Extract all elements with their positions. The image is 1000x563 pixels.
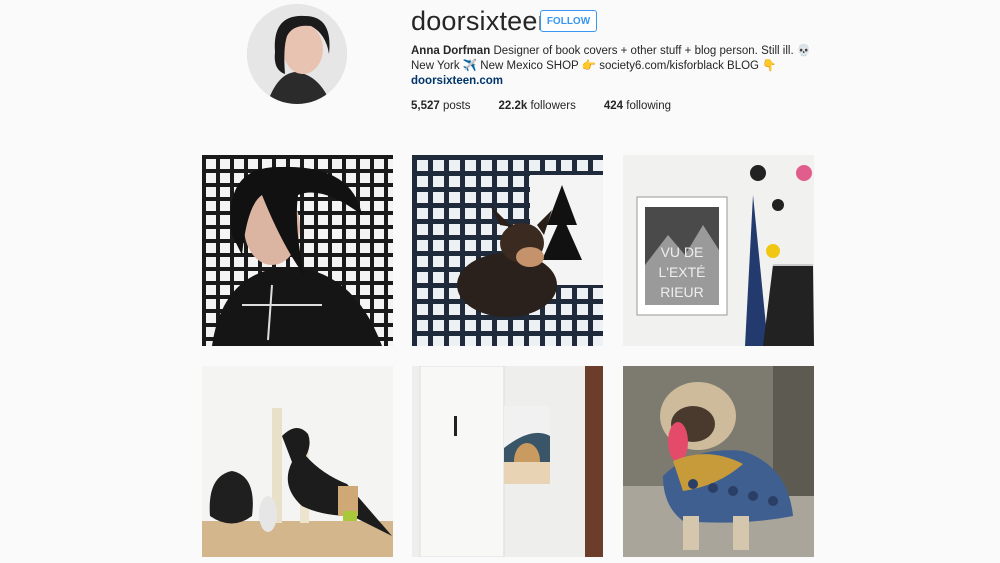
post-thumbnail[interactable] (623, 366, 814, 557)
followers-label: followers (530, 100, 576, 112)
svg-text:VU DE: VU DE (661, 244, 704, 260)
post-thumbnail[interactable] (202, 366, 393, 557)
post-image-door-and-art (412, 366, 603, 557)
posts-grid: VU DE L'EXTÉ RIEUR (202, 155, 814, 559)
posts-count: 5,527 (411, 100, 440, 112)
bio-line-2: New York ✈️ New Mexico SHOP 👉 society6.c… (411, 60, 777, 72)
following-count: 424 (603, 100, 624, 112)
post-thumbnail[interactable] (202, 155, 393, 346)
post-image-poster-and-hooks: VU DE L'EXTÉ RIEUR (623, 155, 814, 346)
following-stat[interactable]: 424 following (604, 100, 671, 112)
followers-count: 22.2k (498, 100, 528, 112)
following-label: following (626, 100, 671, 112)
post-thumbnail[interactable] (412, 155, 603, 346)
post-image-pug-in-sweater (623, 366, 814, 557)
followers-stat[interactable]: 22.2k followers (498, 100, 575, 112)
posts-label: posts (442, 100, 471, 112)
profile-website-link[interactable]: doorsixteen.com (411, 75, 503, 87)
follow-button[interactable]: FOLLOW (540, 10, 597, 32)
profile-avatar[interactable] (247, 4, 347, 104)
post-image-dog-on-sofa (412, 155, 603, 346)
svg-text:L'EXTÉ: L'EXTÉ (658, 264, 705, 280)
profile-full-name: Anna Dorfman (411, 45, 491, 57)
posts-stat: 5,527 posts (411, 100, 470, 112)
profile-stats: 5,527 posts 22.2k followers 424 followin… (411, 100, 671, 112)
post-thumbnail[interactable] (412, 366, 603, 557)
bio-text-1: Designer of book covers + other stuff + … (493, 45, 812, 57)
post-image-bird-figurine (202, 366, 393, 557)
post-image-woman-portrait (202, 155, 393, 346)
svg-text:RIEUR: RIEUR (660, 284, 704, 300)
profile-username: doorsixteen (411, 6, 553, 36)
avatar-image (247, 4, 347, 104)
profile-bio: Anna Dorfman Designer of book covers + o… (411, 44, 831, 89)
bio-line-1: Anna Dorfman Designer of book covers + o… (411, 44, 831, 59)
post-thumbnail[interactable]: VU DE L'EXTÉ RIEUR (623, 155, 814, 346)
